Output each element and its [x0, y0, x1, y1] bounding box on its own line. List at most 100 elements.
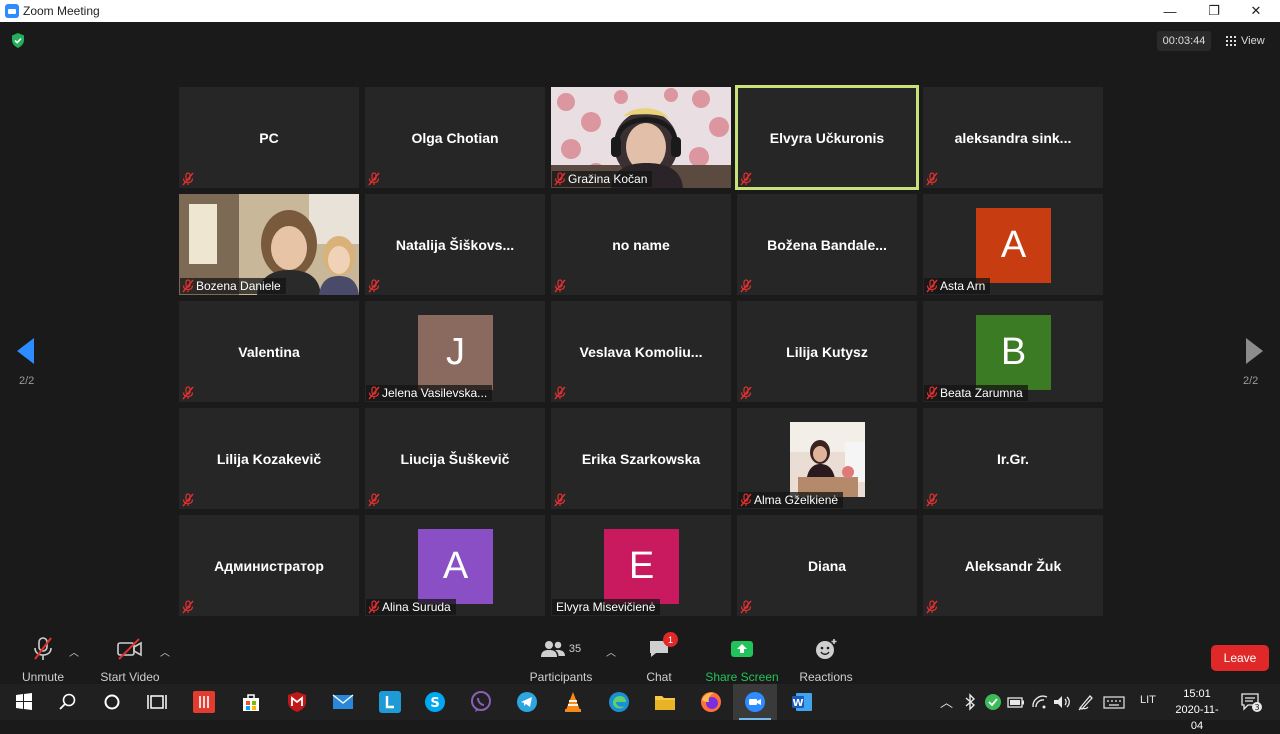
participant-label-name: Alina Suruda [382, 600, 451, 614]
participant-tile[interactable]: Liucija Šuškevič [365, 408, 545, 509]
leave-meeting-button[interactable]: Leave [1211, 645, 1269, 671]
participant-tile[interactable]: Lilija Kozakevič [179, 408, 359, 509]
keyboard-icon[interactable] [1103, 692, 1125, 712]
muted-microphone-icon [924, 492, 940, 508]
participant-tile[interactable]: Božena Bandale... [737, 194, 917, 295]
participant-tile[interactable]: A Asta Arn [923, 194, 1103, 295]
participant-name: Olga Chotian [411, 129, 499, 146]
windows-start-icon[interactable] [12, 690, 36, 714]
word-icon[interactable]: W [790, 690, 814, 714]
mail-icon[interactable] [331, 690, 355, 714]
video-options-caret-icon[interactable]: ︿ [160, 644, 170, 659]
viber-icon[interactable] [469, 690, 493, 714]
mcafee-icon[interactable] [285, 690, 309, 714]
participant-profile-photo [790, 422, 865, 497]
chat-button[interactable]: 1 Chat [643, 632, 678, 684]
share-screen-button[interactable]: Share Screen [705, 636, 779, 684]
participant-tile[interactable]: Olga Chotian [365, 87, 545, 188]
participant-tile[interactable]: aleksandra sink... [923, 87, 1103, 188]
participant-tile[interactable]: Bozena Daniele [179, 194, 359, 295]
telegram-icon[interactable] [515, 690, 539, 714]
windows-taskbar: S W ︿ LIT [0, 684, 1280, 720]
show-hidden-icons-caret[interactable]: ︿ [940, 692, 953, 711]
title-bar: Zoom Meeting — ❐ ✕ [0, 0, 1280, 22]
participant-name: Lilija Kutysz [786, 343, 868, 360]
participant-label-name: Beata Zarumna [940, 386, 1023, 400]
participant-name: Natalija Šiškovs... [395, 236, 515, 253]
start-video-button[interactable]: Start Video [100, 636, 160, 684]
green-tray-app-icon[interactable] [983, 692, 1003, 712]
participant-tile[interactable]: Ir.Gr. [923, 408, 1103, 509]
participant-tile[interactable]: J Jelena Vasilevska... [365, 301, 545, 402]
view-button[interactable]: View [1226, 31, 1265, 51]
minimize-button[interactable]: — [1150, 0, 1190, 22]
participant-label [366, 171, 387, 187]
app-red-icon[interactable] [192, 690, 216, 714]
participant-label [738, 278, 759, 294]
participant-tile[interactable]: no name [551, 194, 731, 295]
skype-icon[interactable]: S [423, 690, 447, 714]
previous-page-arrow-icon[interactable] [17, 338, 35, 364]
muted-microphone-icon [738, 278, 754, 294]
unmute-button[interactable]: Unmute [20, 636, 66, 684]
left-page-indicator: 2/2 [19, 375, 35, 387]
battery-icon[interactable] [1006, 692, 1026, 712]
firefox-icon[interactable] [699, 690, 723, 714]
participant-tile[interactable]: E Elvyra Misevičienė [551, 515, 731, 616]
wifi-icon[interactable] [1030, 692, 1050, 712]
participants-options-caret-icon[interactable]: ︿ [606, 644, 616, 659]
bluetooth-icon[interactable] [960, 692, 980, 712]
participant-tile[interactable]: Elvyra Učkuronis [735, 85, 919, 190]
app-l-icon[interactable] [378, 690, 402, 714]
participant-tile[interactable]: Aleksandr Žuk [923, 515, 1103, 616]
participants-button[interactable]: 35 Participants [529, 636, 593, 684]
maximize-button[interactable]: ❐ [1194, 0, 1234, 22]
participant-tile[interactable]: Erika Szarkowska [551, 408, 731, 509]
edge-browser-icon[interactable] [607, 690, 631, 714]
meeting-toolbar: Unmute ︿ Start Video ︿ 35 Participants ︿… [0, 628, 1280, 684]
participant-tile[interactable]: Lilija Kutysz [737, 301, 917, 402]
participant-label: Elvyra Misevičienė [552, 599, 661, 615]
meeting-timer: 00:03:44 [1157, 31, 1211, 51]
participant-tile[interactable]: B Beata Zarumna [923, 301, 1103, 402]
encryption-shield-icon[interactable] [11, 33, 25, 48]
participant-tile[interactable]: A Alina Suruda [365, 515, 545, 616]
file-explorer-icon[interactable] [653, 690, 677, 714]
participant-avatar: J [418, 315, 493, 390]
participant-name: Erika Szarkowska [581, 450, 701, 467]
participant-avatar: E [604, 529, 679, 604]
vlc-icon[interactable] [561, 690, 585, 714]
participant-name: PC [259, 129, 279, 146]
reactions-button[interactable]: Reactions [799, 636, 853, 684]
input-language-indicator[interactable]: LIT [1140, 694, 1156, 706]
cortana-icon[interactable] [100, 690, 124, 714]
participant-tile[interactable]: Veslava Komoliu... [551, 301, 731, 402]
audio-options-caret-icon[interactable]: ︿ [69, 644, 79, 659]
muted-microphone-icon [738, 385, 754, 401]
participant-tile[interactable]: PC [179, 87, 359, 188]
pen-input-icon[interactable] [1076, 692, 1096, 712]
grid-view-icon [1226, 36, 1236, 46]
close-button[interactable]: ✕ [1236, 0, 1276, 22]
participant-tile[interactable]: Diana [737, 515, 917, 616]
participant-tile[interactable]: Alma Gželkienė [737, 408, 917, 509]
search-icon[interactable] [56, 690, 80, 714]
participant-tile[interactable]: Natalija Šiškovs... [365, 194, 545, 295]
chat-unread-badge: 1 [663, 632, 678, 647]
participant-tile[interactable]: Gražina Kočan [551, 87, 731, 188]
reactions-smiley-icon [814, 636, 838, 662]
speaker-volume-icon[interactable] [1052, 692, 1072, 712]
view-label: View [1241, 35, 1265, 47]
participant-label [552, 385, 573, 401]
participant-tile[interactable]: Администратор [179, 515, 359, 616]
zoom-taskbar-item[interactable] [733, 684, 777, 720]
action-center-notifications-icon[interactable]: 3 [1240, 692, 1262, 712]
muted-microphone-icon [552, 278, 568, 294]
participant-name: Diana [807, 557, 847, 574]
next-page-arrow-icon[interactable] [1245, 338, 1263, 364]
task-view-icon[interactable] [145, 690, 169, 714]
taskbar-clock[interactable]: 15:01 2020-11-04 [1170, 686, 1224, 734]
participant-tile[interactable]: Valentina [179, 301, 359, 402]
microsoft-store-icon[interactable] [239, 690, 263, 714]
share-screen-label: Share Screen [705, 670, 779, 684]
